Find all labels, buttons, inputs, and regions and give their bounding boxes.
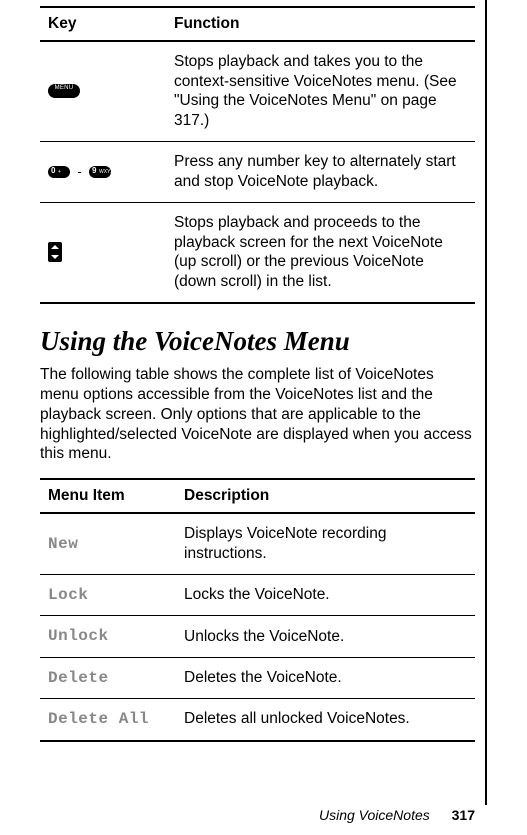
description-cell: Locks the VoiceNote.	[176, 574, 475, 615]
menu-item-cell: Delete	[40, 657, 176, 698]
table-row: Unlock Unlocks the VoiceNote.	[40, 616, 475, 657]
page-content: Key Function Stops playback and takes yo…	[0, 0, 527, 742]
key-cell	[40, 41, 166, 142]
table-header-row: Key Function	[40, 7, 475, 41]
table-row: New Displays VoiceNote recording instruc…	[40, 513, 475, 574]
menu-key-icon	[48, 84, 80, 98]
table-row: Stops playback and takes you to the cont…	[40, 41, 475, 142]
page-cut-edge	[485, 0, 487, 805]
table-row: Stops playback and proceeds to the playb…	[40, 202, 475, 303]
function-cell: Stops playback and proceeds to the playb…	[166, 202, 475, 303]
table-row: Lock Locks the VoiceNote.	[40, 574, 475, 615]
table-row: Delete All Deletes all unlocked VoiceNot…	[40, 699, 475, 741]
description-cell: Displays VoiceNote recording instruction…	[176, 513, 475, 574]
key-function-table: Key Function Stops playback and takes yo…	[40, 6, 475, 304]
nine-key-icon: 9 WXYZ	[89, 166, 111, 178]
footer-page-number: 317	[452, 807, 475, 823]
footer-title: Using VoiceNotes	[319, 807, 430, 823]
header-key: Key	[40, 7, 166, 41]
key-cell: 0 + - 9 WXYZ	[40, 142, 166, 203]
page-footer: Using VoiceNotes 317	[319, 807, 475, 823]
header-menu-item: Menu Item	[40, 479, 176, 513]
scroll-key-icon	[48, 242, 62, 262]
menu-item-cell: Delete All	[40, 699, 176, 741]
menu-item-cell: New	[40, 513, 176, 574]
section-heading: Using the VoiceNotes Menu	[40, 326, 475, 357]
number-key-range-icon: 0 + - 9 WXYZ	[48, 163, 111, 180]
zero-key-icon: 0 +	[48, 166, 70, 178]
range-dash: -	[77, 164, 81, 181]
function-cell: Press any number key to alternately star…	[166, 142, 475, 203]
menu-item-cell: Unlock	[40, 616, 176, 657]
table-row: 0 + - 9 WXYZ Press any number key to alt…	[40, 142, 475, 203]
description-cell: Unlocks the VoiceNote.	[176, 616, 475, 657]
table-row: Delete Deletes the VoiceNote.	[40, 657, 475, 698]
header-description: Description	[176, 479, 475, 513]
header-function: Function	[166, 7, 475, 41]
function-cell: Stops playback and takes you to the cont…	[166, 41, 475, 142]
menu-item-cell: Lock	[40, 574, 176, 615]
menu-item-table: Menu Item Description New Displays Voice…	[40, 478, 475, 741]
section-body: The following table shows the complete l…	[40, 365, 475, 464]
description-cell: Deletes the VoiceNote.	[176, 657, 475, 698]
key-cell	[40, 202, 166, 303]
table-header-row: Menu Item Description	[40, 479, 475, 513]
description-cell: Deletes all unlocked VoiceNotes.	[176, 699, 475, 741]
